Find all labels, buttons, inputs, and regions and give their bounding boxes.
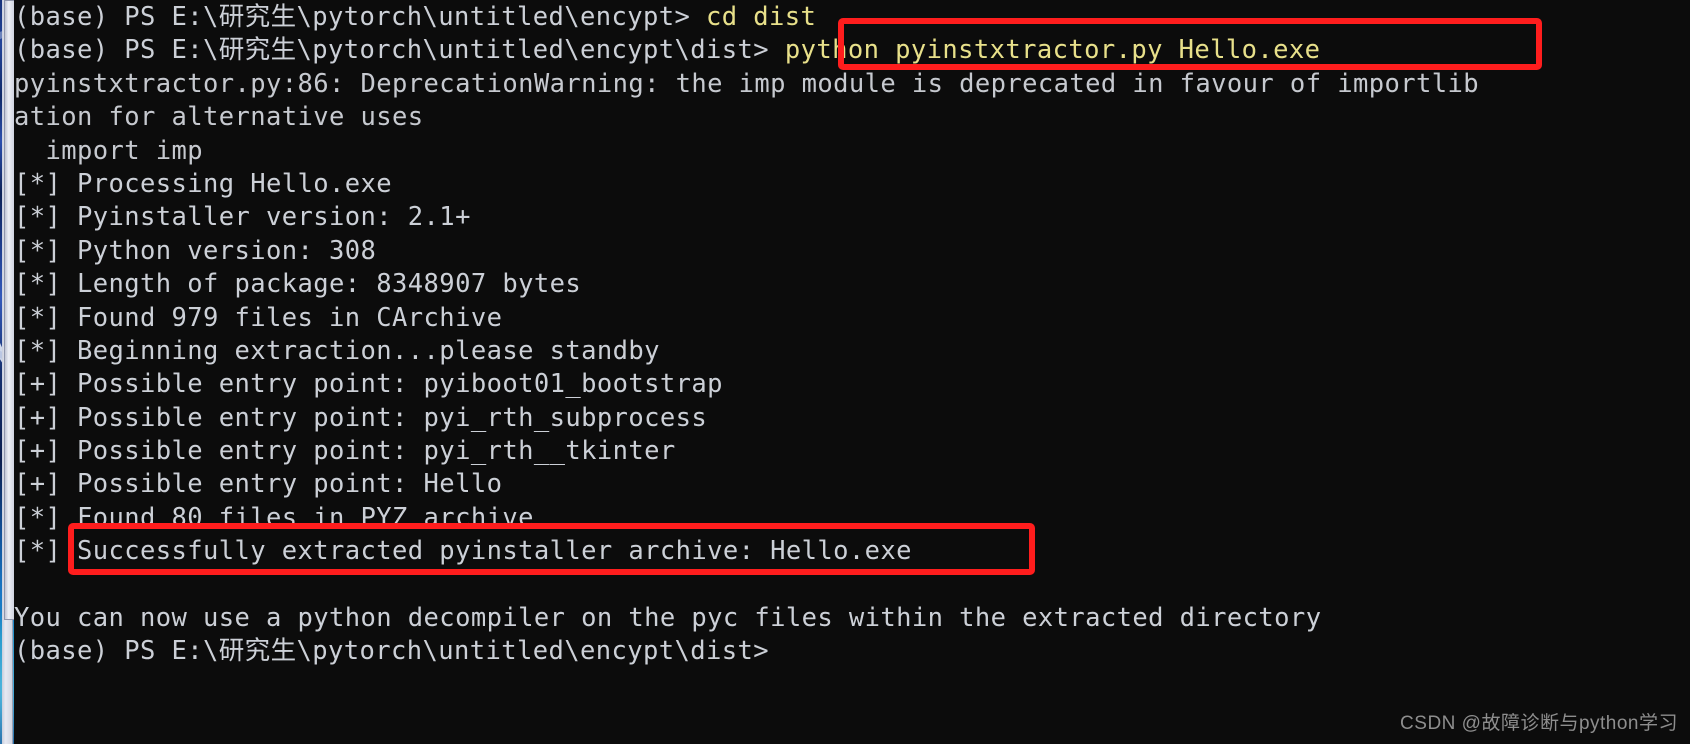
terminal-line: ation for alternative uses (14, 101, 1690, 134)
terminal-line-segment: [*] Processing Hello.exe (14, 168, 393, 199)
terminal-line-segment: ation for alternative uses (14, 102, 424, 133)
terminal-line-segment: [+] Possible entry point: pyiboot01_boot… (14, 369, 723, 400)
terminal-line-segment: [*] Length of package: 8348907 bytes (14, 269, 582, 300)
terminal-line: [*] Beginning extraction...please standb… (14, 335, 1690, 368)
terminal-line-segment: [*] Found 979 files in CArchive (14, 302, 503, 333)
terminal-line-segment: cd dist (706, 2, 817, 32)
terminal-line: You can now use a python decompiler on t… (14, 602, 1690, 635)
csdn-watermark: CSDN @故障诊断与python学习 (1400, 713, 1678, 734)
terminal-line: (base) PS E:\研究生\pytorch\untitled\encypt… (14, 635, 1690, 668)
screen: (base) PS E:\研究生\pytorch\untitled\encypt… (0, 0, 1690, 744)
terminal-line: [*] Successfully extracted pyinstaller a… (14, 535, 1690, 568)
terminal-line-segment: [+] Possible entry point: Hello (14, 469, 503, 500)
terminal-line: [+] Possible entry point: pyi_rth_subpro… (14, 402, 1690, 435)
terminal-line-segment: [+] Possible entry point: pyi_rth_subpro… (14, 402, 708, 433)
terminal-line: [*] Processing Hello.exe (14, 168, 1690, 201)
terminal-line: [*] Length of package: 8348907 bytes (14, 268, 1690, 301)
terminal-line-segment: [+] Possible entry point: pyi_rth__tkint… (14, 436, 676, 467)
terminal-line-segment: [*] Python version: 308 (14, 235, 377, 266)
terminal-line-segment: [*] Successfully extracted pyinstaller a… (14, 536, 912, 567)
terminal-line-segment: You can now use a python decompiler on t… (14, 603, 1322, 634)
terminal-line-segment: (base) PS E:\研究生\pytorch\untitled\encypt… (14, 2, 707, 32)
terminal-output[interactable]: (base) PS E:\研究生\pytorch\untitled\encypt… (14, 0, 1690, 744)
terminal-line-segment: import imp (14, 135, 204, 166)
terminal-line: [+] Possible entry point: Hello (14, 468, 1690, 501)
terminal-line-segment: (base) PS E:\研究生\pytorch\untitled\encypt… (14, 636, 770, 667)
terminal-line-segment: [*] Found 80 files in PYZ archive (14, 502, 534, 533)
terminal-line: [*] Found 80 files in PYZ archive (14, 502, 1690, 535)
terminal-line: [*] Pyinstaller version: 2.1+ (14, 201, 1690, 234)
terminal-line: pyinstxtractor.py:86: DeprecationWarning… (14, 68, 1690, 101)
terminal-line: [*] Python version: 308 (14, 235, 1690, 268)
terminal-line: [*] Found 979 files in CArchive (14, 302, 1690, 335)
terminal-line-segment: pyinstxtractor.py:86: DeprecationWarning… (14, 68, 1479, 99)
terminal-line: (base) PS E:\研究生\pytorch\untitled\encypt… (14, 34, 1690, 67)
terminal-line-segment: (base) PS E:\研究生\pytorch\untitled\encypt… (14, 35, 785, 66)
terminal-line: [+] Possible entry point: pyi_rth__tkint… (14, 435, 1690, 468)
console-scrollbar-track[interactable] (2, 0, 15, 744)
terminal-line-segment: [*] Beginning extraction...please standb… (14, 335, 660, 366)
terminal-line: import imp (14, 135, 1690, 168)
terminal-line: [+] Possible entry point: pyiboot01_boot… (14, 368, 1690, 401)
terminal-line-segment: [*] Pyinstaller version: 2.1+ (14, 202, 471, 233)
terminal-line: (base) PS E:\研究生\pytorch\untitled\encypt… (14, 1, 1690, 34)
terminal-line-segment: python pyinstxtractor.py Hello.exe (784, 35, 1321, 66)
